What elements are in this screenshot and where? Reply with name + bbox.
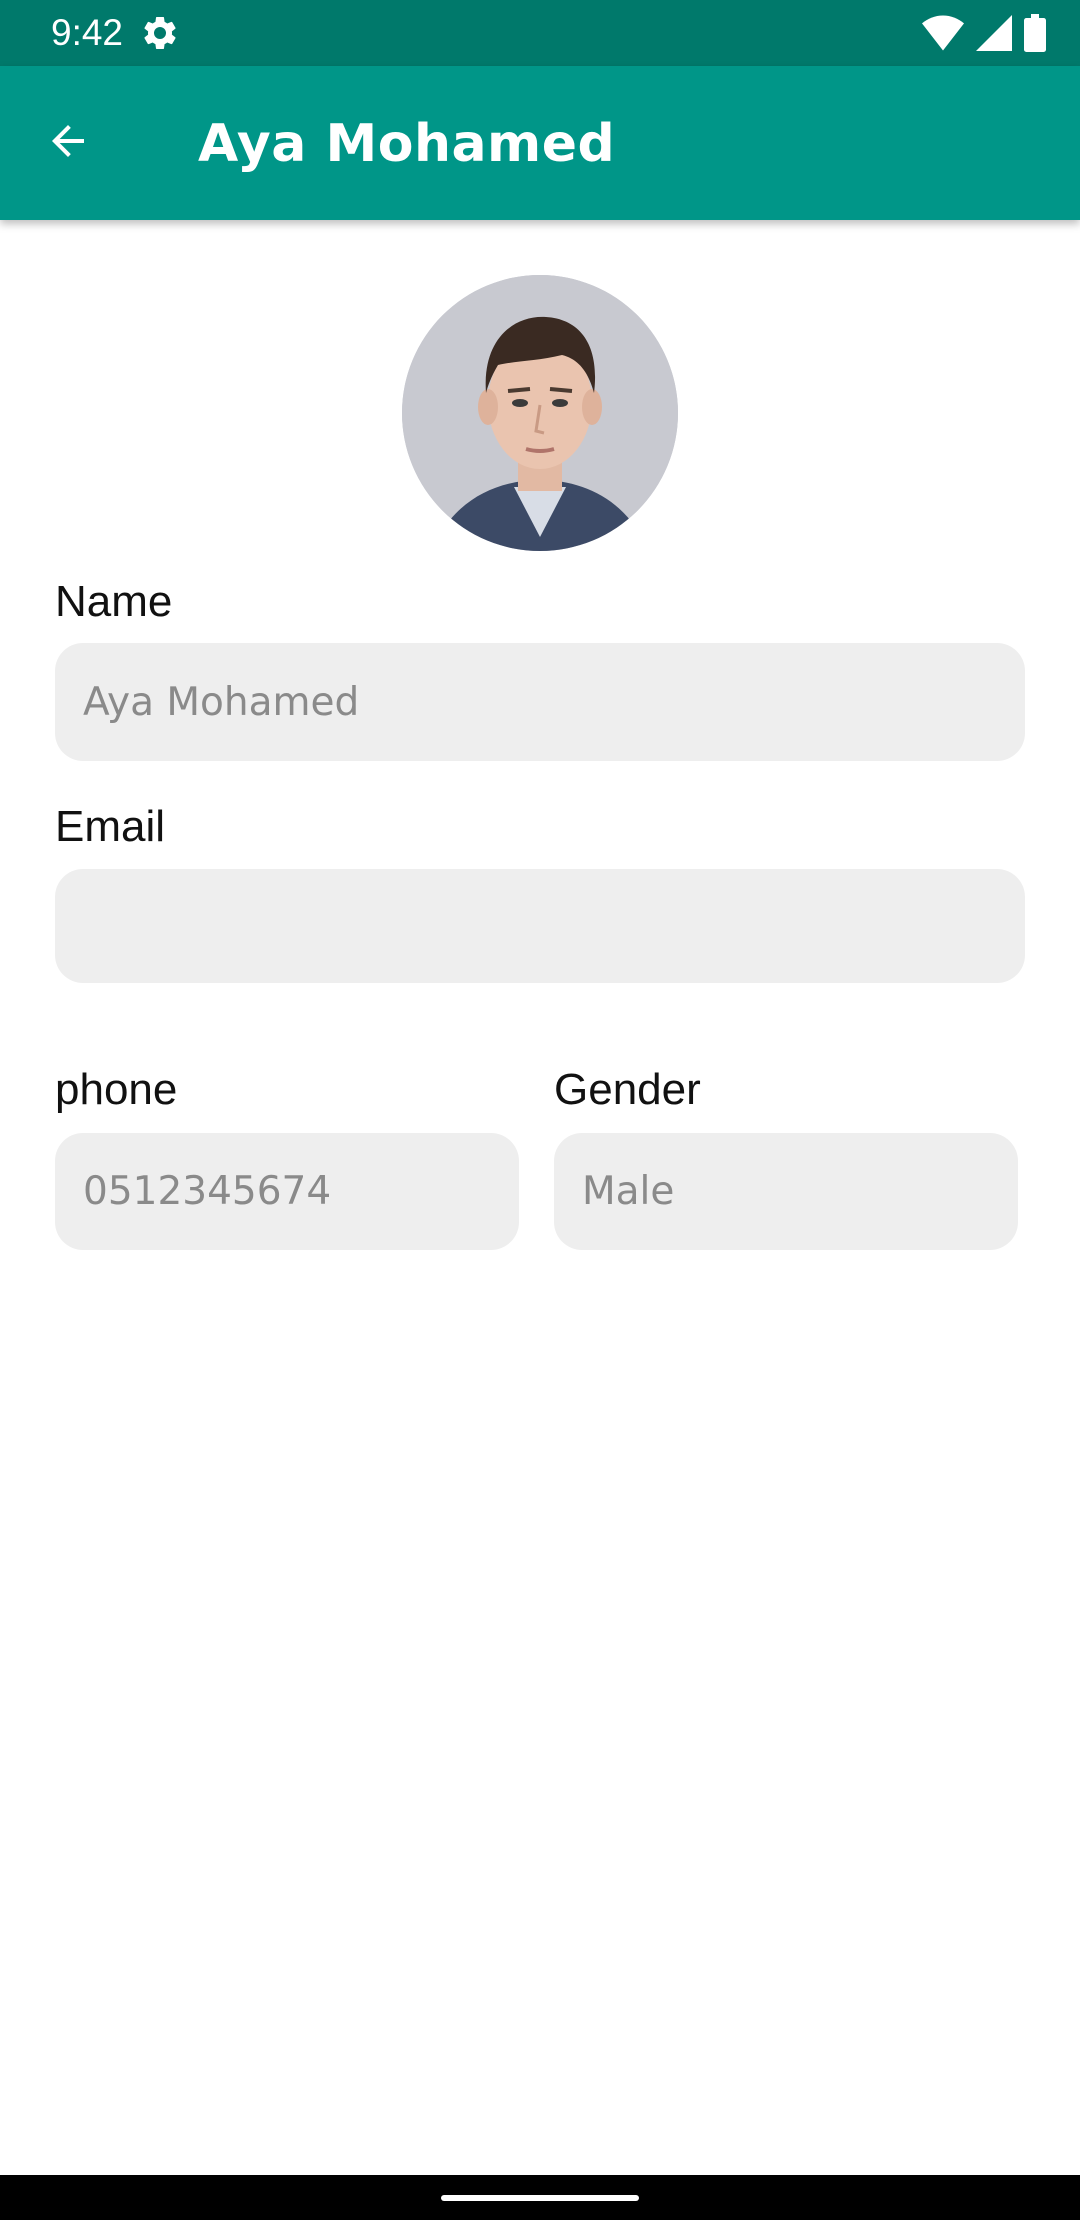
gender-field[interactable]: Male bbox=[554, 1133, 1018, 1250]
arrow-back-icon bbox=[44, 117, 92, 170]
gender-value: Male bbox=[582, 1169, 675, 1214]
signal-icon bbox=[976, 15, 1012, 51]
back-button[interactable] bbox=[36, 111, 100, 175]
avatar-photo bbox=[402, 275, 678, 551]
status-time: 9:42 bbox=[51, 12, 124, 53]
avatar[interactable] bbox=[402, 275, 678, 551]
phone-value: 0512345674 bbox=[83, 1169, 332, 1214]
name-value: Aya Mohamed bbox=[83, 679, 360, 725]
profile-screen: 9:42 Aya Mohamed Name Aya Mohamed Email … bbox=[0, 0, 1080, 2220]
home-indicator[interactable] bbox=[441, 2195, 639, 2201]
name-label: Name bbox=[55, 577, 173, 626]
name-field[interactable]: Aya Mohamed bbox=[55, 643, 1025, 761]
gender-label: Gender bbox=[554, 1065, 701, 1114]
app-bar: Aya Mohamed bbox=[0, 66, 1080, 220]
email-label: Email bbox=[55, 802, 166, 851]
status-icons bbox=[922, 14, 1046, 52]
status-bar: 9:42 bbox=[0, 0, 1080, 66]
navigation-bar bbox=[0, 2175, 1080, 2220]
wifi-icon bbox=[922, 15, 964, 51]
battery-icon bbox=[1024, 14, 1046, 52]
email-field[interactable] bbox=[55, 869, 1025, 983]
phone-label: phone bbox=[55, 1065, 178, 1114]
settings-icon bbox=[140, 13, 180, 53]
phone-field[interactable]: 0512345674 bbox=[55, 1133, 519, 1250]
page-title: Aya Mohamed bbox=[198, 114, 616, 174]
